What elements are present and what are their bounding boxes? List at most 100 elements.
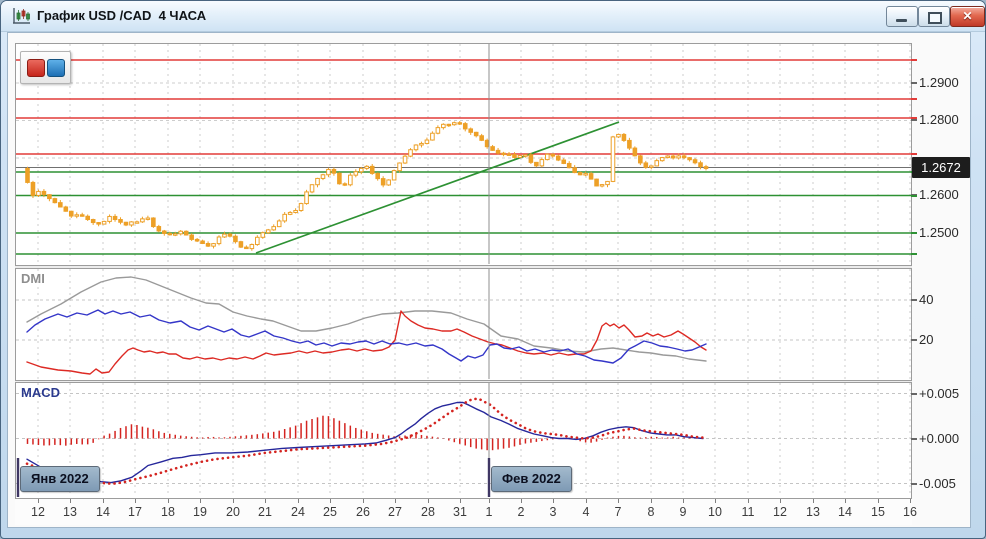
- candle-body: [272, 227, 276, 230]
- close-button[interactable]: ✕: [950, 6, 985, 27]
- dmi-panel: [16, 269, 912, 381]
- candle-body: [277, 221, 281, 227]
- axis-tick: [911, 119, 917, 121]
- candle-body: [201, 241, 205, 243]
- candle-body: [245, 247, 249, 248]
- candle-body: [431, 133, 435, 140]
- candle-body: [359, 168, 363, 171]
- time-label: 17: [128, 505, 142, 519]
- candle-body: [420, 143, 424, 145]
- minimize-button[interactable]: [886, 6, 918, 27]
- title-bar[interactable]: График USD /CAD 4 ЧАСА ✕: [1, 1, 985, 32]
- candle-body: [425, 140, 429, 143]
- time-tick: [298, 499, 299, 503]
- candle-body: [491, 147, 495, 151]
- axis-label: 40: [919, 292, 933, 307]
- time-label: 20: [226, 505, 240, 519]
- candle-body: [162, 231, 166, 233]
- candle-body: [496, 150, 500, 153]
- candle-body: [91, 220, 95, 223]
- time-label: 12: [31, 505, 45, 519]
- time-tick: [330, 499, 331, 503]
- time-tick: [780, 499, 781, 503]
- candle-body: [86, 216, 90, 219]
- time-tick: [878, 499, 879, 503]
- candle-body: [480, 136, 484, 141]
- candle-body: [518, 156, 522, 158]
- candle-body: [573, 168, 577, 173]
- month-label-jan: Янв 2022: [20, 466, 100, 492]
- candle-body: [682, 156, 686, 158]
- time-label: 16: [903, 505, 917, 519]
- candle-body: [513, 155, 517, 158]
- axis-tick: [911, 82, 917, 84]
- candle-body: [403, 156, 407, 163]
- time-label: 18: [161, 505, 175, 519]
- time-tick: [845, 499, 846, 503]
- candle-body: [250, 245, 254, 249]
- axis-tick: [911, 483, 917, 485]
- time-tick: [910, 499, 911, 503]
- candle-body: [223, 234, 227, 237]
- time-tick: [70, 499, 71, 503]
- level-line-tick: [911, 59, 917, 61]
- current-price-badge: 1.2672: [912, 157, 970, 178]
- candle-body: [452, 123, 456, 125]
- candle-body: [173, 234, 177, 235]
- candle-body: [152, 218, 156, 227]
- axis-tick: [911, 299, 917, 301]
- macd-panel-label: MACD: [21, 385, 60, 400]
- candle-body: [195, 239, 199, 241]
- time-label: 4: [583, 505, 590, 519]
- candle-body: [639, 156, 643, 163]
- candle-body: [338, 173, 342, 184]
- candle-body: [589, 174, 593, 179]
- candle-body: [234, 236, 238, 241]
- candle-body: [157, 227, 161, 231]
- candle-body: [299, 204, 303, 211]
- candle-body: [387, 180, 391, 185]
- time-label: 3: [550, 505, 557, 519]
- candle-body: [48, 195, 52, 199]
- candle-body: [97, 223, 101, 225]
- time-label: 2: [518, 505, 525, 519]
- time-label: 25: [323, 505, 337, 519]
- candle-body: [622, 134, 626, 140]
- time-tick: [233, 499, 234, 503]
- axis-label: +0.000: [919, 431, 959, 446]
- time-tick: [460, 499, 461, 503]
- candle-body: [124, 222, 128, 225]
- axis-tick: [911, 339, 917, 341]
- axis-tick: [911, 393, 917, 395]
- restore-button[interactable]: [918, 6, 950, 27]
- candle-body: [294, 210, 298, 212]
- candle-body: [365, 166, 369, 168]
- candle-body: [699, 163, 703, 167]
- time-label: 9: [680, 505, 687, 519]
- macd-panel: [16, 383, 912, 499]
- candle-body: [447, 124, 451, 125]
- time-label: 21: [258, 505, 272, 519]
- candle-body: [398, 163, 402, 171]
- time-tick: [651, 499, 652, 503]
- red-marker-button[interactable]: [27, 59, 45, 77]
- time-label: 13: [806, 505, 820, 519]
- candle-body: [327, 169, 331, 174]
- time-tick: [168, 499, 169, 503]
- candle-body: [376, 173, 380, 178]
- chart-app-icon: [12, 7, 31, 25]
- candle-body: [442, 124, 446, 127]
- candle-body: [343, 184, 347, 185]
- blue-marker-button[interactable]: [47, 59, 65, 77]
- candle-body: [600, 185, 604, 186]
- candle-body: [261, 233, 265, 238]
- candle-body: [458, 123, 462, 124]
- time-label: 10: [708, 505, 722, 519]
- candle-body: [146, 218, 150, 219]
- chart-plot-area[interactable]: [15, 43, 912, 499]
- minimize-icon: [896, 19, 907, 22]
- candle-body: [53, 199, 57, 203]
- candle-body: [409, 150, 413, 156]
- candle-body: [349, 175, 353, 185]
- candle-body: [102, 221, 106, 224]
